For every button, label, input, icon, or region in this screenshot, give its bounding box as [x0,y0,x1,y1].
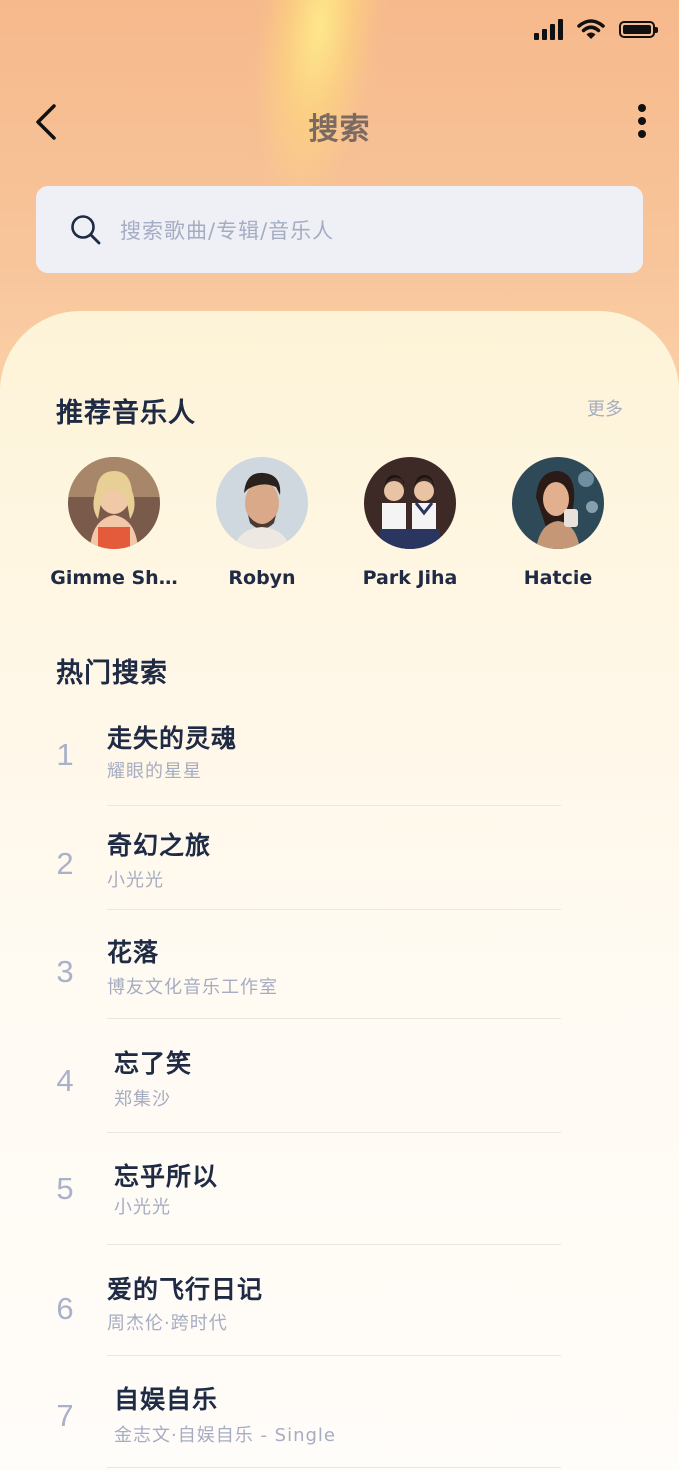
avatar [364,457,456,549]
song-title: 忘了笑 [114,1049,193,1078]
artist-item[interactable]: Robyn [188,457,336,589]
dot [638,104,646,112]
song-artist: 耀眼的星星 [107,761,202,782]
list-item[interactable]: 6 爱的飞行日记 周杰伦·跨时代 [0,1258,679,1354]
song-artist: 周杰伦·跨时代 [107,1313,228,1334]
dot [638,117,646,125]
song-title: 爱的飞行日记 [107,1275,264,1304]
song-artist: 郑集沙 [114,1089,171,1110]
rank-number: 7 [56,1398,74,1433]
battery-icon [619,20,658,38]
search-input[interactable]: 搜索歌曲/专辑/音乐人 [36,186,643,273]
screen: 搜索 搜索歌曲/专辑/音乐人 推荐音乐人 更多 Gimme Sh… Robyn … [0,0,679,1470]
list-item[interactable]: 1 走失的灵魂 耀眼的星星 [0,705,679,805]
signal-icon [534,18,563,40]
rank-number: 6 [56,1291,74,1326]
artist-item[interactable]: Hatcie [484,457,632,589]
divider [107,805,561,806]
list-item[interactable]: 7 自娱自乐 金志文·自娱自乐 - Single [0,1366,679,1466]
divider [107,1018,561,1019]
more-options-button[interactable] [631,104,653,144]
song-title: 忘乎所以 [114,1162,219,1191]
rank-number: 2 [56,846,74,881]
artist-name: Hatcie [523,567,593,589]
song-title: 奇幻之旅 [107,831,212,860]
artist-list: Gimme Sh… Robyn Park Jiha Hatcie [40,457,640,589]
list-item[interactable]: 5 忘乎所以 小光光 [0,1143,679,1244]
song-artist: 博友文化音乐工作室 [107,977,278,998]
page-title: 搜索 [308,112,371,147]
rank-number: 5 [56,1171,74,1206]
artist-name: Gimme Sh… [50,567,178,589]
hot-search-title: 热门搜索 [56,658,168,689]
rank-number: 4 [56,1063,74,1098]
avatar [68,457,160,549]
artist-item[interactable]: Gimme Sh… [40,457,188,589]
avatar [512,457,604,549]
wifi-icon [577,19,605,39]
search-icon [71,214,101,244]
header: 搜索 [0,90,679,160]
rank-number: 1 [56,737,74,772]
artist-item[interactable]: Park Jiha [336,457,484,589]
recommended-artists-title: 推荐音乐人 [56,398,196,429]
search-placeholder: 搜索歌曲/专辑/音乐人 [120,218,335,243]
rank-number: 3 [56,954,74,989]
artist-name: Robyn [228,567,296,589]
song-title: 自娱自乐 [114,1385,219,1414]
status-bar [534,18,658,40]
more-link[interactable]: 更多 [587,395,623,421]
divider [107,909,561,910]
divider [107,1244,561,1245]
song-title: 花落 [107,938,160,967]
song-artist: 金志文·自娱自乐 - Single [114,1425,336,1446]
divider [107,1132,561,1133]
list-item[interactable]: 4 忘了笑 郑集沙 [0,1030,679,1132]
divider [107,1355,561,1356]
artist-name: Park Jiha [362,567,458,589]
song-artist: 小光光 [107,870,164,891]
list-item[interactable]: 3 花落 博友文化音乐工作室 [0,921,679,1017]
song-artist: 小光光 [114,1197,171,1218]
divider [107,1467,561,1468]
list-item[interactable]: 2 奇幻之旅 小光光 [0,814,679,909]
dot [638,130,646,138]
song-title: 走失的灵魂 [107,724,238,753]
avatar [216,457,308,549]
